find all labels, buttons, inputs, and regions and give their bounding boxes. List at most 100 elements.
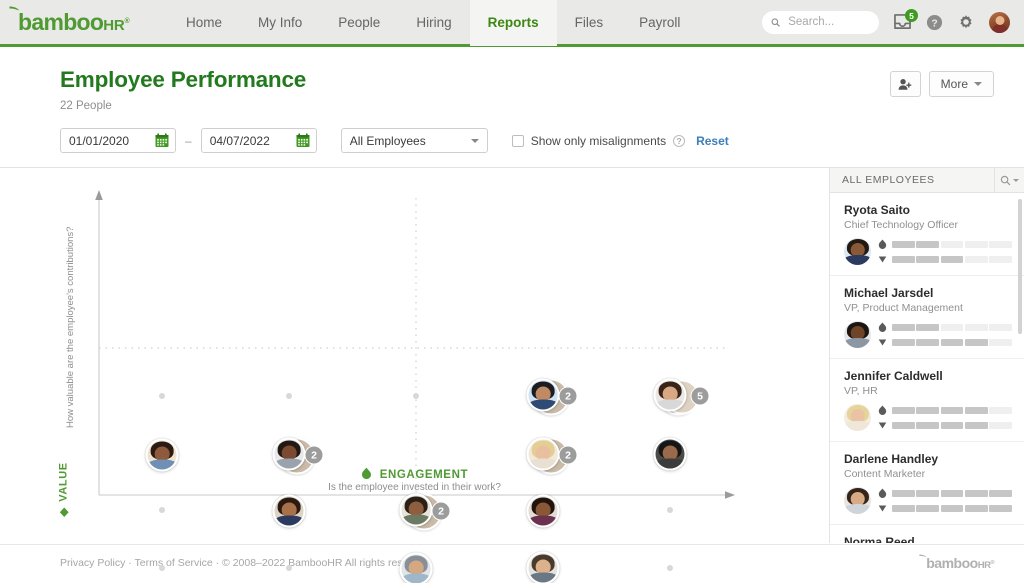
employee-card[interactable]: Jennifer Caldwell VP, HR	[830, 359, 1024, 442]
grid-dot	[159, 393, 165, 399]
engagement-flame-icon	[878, 405, 887, 416]
employee-card[interactable]: Norma Reed Director, UI/UX Design	[830, 525, 1024, 543]
nav-item-my-info[interactable]: My Info	[240, 0, 320, 46]
inbox-button[interactable]: 5	[893, 14, 912, 30]
footer-separator: ·	[128, 557, 132, 569]
footer-logo-suffix: HR	[978, 560, 991, 571]
top-navigation-bar: bambooHR® Home My Info People Hiring Rep…	[0, 0, 1024, 47]
x-axis-title-text: ENGAGEMENT	[380, 469, 468, 481]
main-content: 2 2 5	[0, 167, 1024, 543]
footer-separator: ·	[216, 557, 220, 569]
grid-dot	[159, 565, 165, 571]
more-button[interactable]: More	[929, 71, 994, 97]
engagement-bar	[892, 490, 1012, 497]
employee-scope-value: All Employees	[350, 134, 426, 148]
nav-item-home[interactable]: Home	[168, 0, 240, 46]
employee-list-scrollbar[interactable]	[1018, 199, 1022, 334]
value-bar-row	[878, 254, 1012, 265]
nav-label: Files	[575, 15, 604, 30]
people-count: 22 People	[60, 100, 890, 112]
nav-right-cluster: 5 ?	[762, 11, 1024, 34]
chevron-down-icon	[471, 139, 479, 143]
engagement-bar	[892, 407, 1012, 414]
scatter-point[interactable]	[527, 495, 560, 528]
engagement-flame-icon	[361, 467, 372, 480]
nav-label: Hiring	[416, 15, 451, 30]
group-count-badge: 2	[305, 446, 324, 465]
engagement-bar-row	[878, 405, 1012, 416]
employee-card[interactable]: Ryota Saito Chief Technology Officer	[830, 193, 1024, 276]
group-count-badge: 2	[559, 446, 578, 465]
employee-list[interactable]: Ryota Saito Chief Technology Officer	[830, 193, 1024, 543]
scatter-point-group[interactable]: 2	[400, 494, 433, 527]
nav-item-people[interactable]: People	[320, 0, 398, 46]
grid-dot	[286, 565, 292, 571]
add-person-button[interactable]	[890, 71, 921, 97]
avatar	[527, 495, 560, 528]
settings-button[interactable]	[957, 13, 975, 31]
nav-label: Payroll	[639, 15, 680, 30]
help-button[interactable]: ?	[926, 14, 943, 31]
nav-item-payroll[interactable]: Payroll	[621, 0, 698, 46]
nav-item-files[interactable]: Files	[557, 0, 622, 46]
reset-link[interactable]: Reset	[696, 134, 729, 148]
employee-search-button[interactable]	[994, 168, 1024, 193]
help-icon[interactable]: ?	[673, 135, 685, 147]
nav-label: Home	[186, 15, 222, 30]
misalignments-checkbox[interactable]	[512, 135, 524, 147]
value-bar-row	[878, 420, 1012, 431]
misalignments-checkbox-row[interactable]: Show only misalignments ?	[512, 134, 685, 148]
more-label: More	[941, 77, 968, 91]
employee-card[interactable]: Darlene Handley Content Marketer	[830, 442, 1024, 525]
x-axis-title: ENGAGEMENT	[0, 465, 829, 481]
scatter-point[interactable]	[400, 553, 433, 583]
employee-card[interactable]: Michael Jarsdel VP, Product Management	[830, 276, 1024, 359]
calendar-icon[interactable]	[155, 133, 169, 148]
scatter-point[interactable]	[273, 495, 306, 528]
search-icon	[771, 17, 780, 28]
nav-label: People	[338, 15, 380, 30]
avatar	[844, 487, 871, 514]
value-bar	[892, 256, 1012, 263]
chevron-down-icon	[1013, 179, 1019, 182]
engagement-bar-row	[878, 488, 1012, 499]
scatter-point-group[interactable]: 2	[527, 379, 560, 412]
date-to-field[interactable]: 04/07/2022	[201, 128, 317, 153]
engagement-flame-icon	[878, 322, 887, 333]
primary-nav-links: Home My Info People Hiring Reports Files…	[168, 0, 698, 46]
grid-dot	[286, 393, 292, 399]
performance-scatter-chart: 2 2 5	[0, 168, 829, 543]
page-header: Employee Performance 22 People More	[0, 47, 1024, 112]
logo-text: bamboo	[18, 9, 103, 36]
avatar	[527, 552, 560, 583]
terms-of-service-link[interactable]: Terms of Service	[135, 557, 213, 569]
user-avatar[interactable]	[989, 12, 1010, 33]
avatar	[654, 379, 687, 412]
date-from-value: 01/01/2020	[69, 134, 129, 148]
footer-logo-registered: ®	[990, 560, 994, 566]
search-icon	[1000, 175, 1011, 186]
employee-scope-select[interactable]: All Employees	[341, 128, 488, 153]
x-axis-subtitle: Is the employee invested in their work?	[0, 482, 829, 493]
avatar	[844, 238, 871, 265]
avatar	[844, 404, 871, 431]
y-axis-subtitle: How valuable are the employee's contribu…	[65, 227, 76, 428]
search-input[interactable]	[786, 15, 870, 29]
add-person-icon	[898, 78, 912, 91]
chevron-down-icon	[974, 82, 982, 86]
inbox-badge: 5	[905, 9, 918, 22]
avatar	[400, 553, 433, 583]
scatter-point[interactable]	[527, 552, 560, 583]
footer-logo-text: bamboo	[926, 555, 977, 571]
nav-item-reports[interactable]: Reports	[470, 0, 557, 46]
page-content: Employee Performance 22 People More 01/0…	[0, 47, 1024, 544]
bamboohr-logo[interactable]: bambooHR®	[0, 9, 168, 36]
global-search[interactable]	[762, 11, 879, 34]
scatter-point-group[interactable]: 5	[654, 379, 687, 412]
grid-dot	[667, 565, 673, 571]
calendar-icon[interactable]	[296, 133, 310, 148]
date-from-field[interactable]: 01/01/2020	[60, 128, 176, 153]
nav-item-hiring[interactable]: Hiring	[398, 0, 469, 46]
leaf-icon	[9, 6, 20, 14]
grid-dot	[159, 507, 165, 513]
